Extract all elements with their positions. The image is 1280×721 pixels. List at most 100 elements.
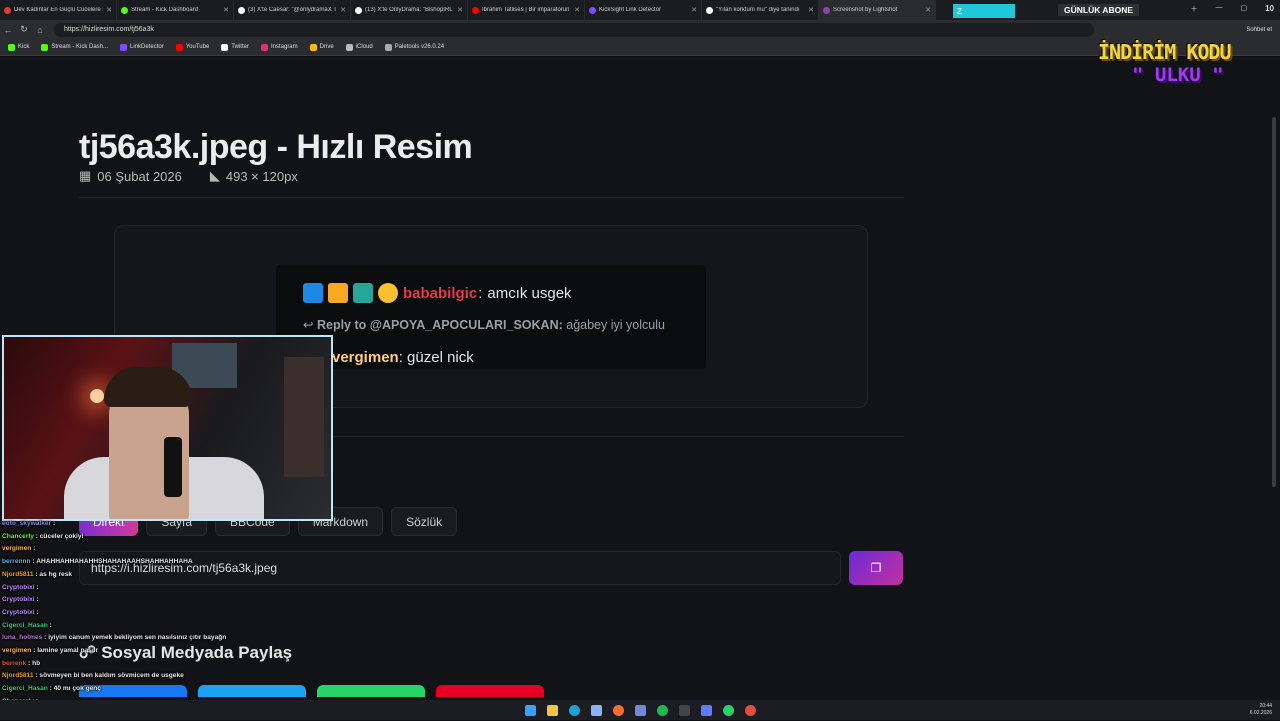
overlay-badge: Z — [953, 4, 1015, 18]
reply-text: ağabey iyi yolculu — [566, 318, 665, 332]
chat-msg: 40 mı çok genç — [53, 685, 101, 693]
minimize-icon[interactable]: — — [1215, 4, 1222, 14]
discord-icon[interactable] — [634, 704, 646, 716]
bookmark-item[interactable]: Paletools v26.0.24 — [384, 43, 444, 51]
pinterest-share-button[interactable] — [436, 685, 544, 697]
app-icon[interactable] — [700, 704, 712, 716]
close-icon[interactable]: ✕ — [223, 6, 229, 14]
url-input[interactable]: https://hizliresim.com/tj56a3k — [54, 22, 1094, 37]
browser-tab[interactable]: "Yılan korktum mu" diye tanındı ✕ — [702, 0, 819, 20]
clock-time: 20:44 — [1259, 703, 1272, 709]
bookmark-favicon-icon — [120, 43, 128, 51]
spotify-icon[interactable] — [656, 704, 668, 716]
close-icon[interactable]: ✕ — [457, 6, 463, 14]
chat-row: berrenk : hb — [2, 659, 41, 667]
chat-row: Cryptobixi : — [2, 596, 39, 604]
bookmark-label: Drive — [319, 44, 334, 50]
address-bar-row: ← ↻ ⌂ https://hizliresim.com/tj56a3k Soh… — [0, 20, 1280, 39]
browser-tab[interactable]: Stream - Kick Dashboard ✕ — [117, 0, 234, 20]
maximize-icon[interactable]: ▢ — [1240, 4, 1247, 14]
game-badge-icon — [353, 283, 373, 303]
tab-title: Dev Kadınlar En Güçlü Cücelere K — [14, 7, 104, 13]
app-icon[interactable] — [744, 704, 756, 716]
window-controls: ＋ — ▢ 10 — [1190, 4, 1274, 14]
close-icon[interactable]: ✕ — [574, 6, 580, 14]
tab-favicon-icon — [823, 6, 830, 14]
system-tray-clock[interactable]: 20:44 6.02.2026 — [1250, 703, 1272, 717]
tab-title: Stream - Kick Dashboard — [131, 7, 199, 13]
bookmark-item[interactable]: iCloud — [345, 43, 373, 51]
bookmark-item[interactable]: YouTube — [175, 43, 210, 51]
file-explorer-icon[interactable] — [546, 704, 558, 716]
bookmark-label: LinkDetector — [130, 44, 164, 50]
chat-user: luna_holmes — [2, 634, 43, 642]
tab-favicon-icon — [589, 6, 596, 14]
browser-tab[interactable]: (13) X'te OnlyDrama: "BishopIRL ✕ — [351, 0, 468, 20]
close-icon[interactable]: ✕ — [106, 6, 112, 14]
close-icon[interactable]: ✕ — [808, 6, 814, 14]
uploaded-image[interactable]: bababilgic: amcık usgek ↩ Reply to @APOY… — [276, 265, 706, 369]
chat-row: luna_holmes : iyiyim canum yemek bekliyo… — [2, 634, 227, 642]
chat-user: berrenk — [2, 659, 27, 667]
reply-line: ↩ Reply to @APOYA_APOCULARI_SOKAN: ağabe… — [303, 317, 703, 332]
tab-title: İbrahim Tatlises | Bir imparatorun — [482, 7, 570, 13]
page-title: tj56a3k.jpeg - Hızlı Resim — [79, 128, 473, 166]
chat-user: Cryptobixi — [2, 596, 35, 604]
bookmark-favicon-icon — [260, 43, 268, 51]
refresh-icon[interactable]: ↻ — [16, 24, 32, 35]
webcam-overlay — [2, 335, 333, 521]
bookmark-label: Kick — [18, 44, 30, 50]
bookmark-favicon-icon — [345, 43, 353, 51]
bookmark-favicon-icon — [175, 43, 183, 51]
bookmark-item[interactable]: Instagram — [260, 43, 298, 51]
chat-row: Cryptobixi : — [2, 583, 39, 591]
close-icon[interactable]: ✕ — [925, 6, 931, 14]
scrollbar[interactable] — [1272, 117, 1276, 487]
whatsapp-icon[interactable] — [722, 704, 734, 716]
chat-msg: lamine yamal nasılr — [37, 647, 99, 655]
windows-start-icon[interactable] — [524, 704, 536, 716]
chat-user: vergimen — [2, 647, 32, 655]
edge-icon[interactable] — [568, 704, 580, 716]
bookmark-label: iCloud — [355, 44, 373, 50]
reply-icon: ↩ — [303, 318, 314, 332]
chat-row: Cigerci_Hasan : — [2, 621, 52, 629]
bookmark-item[interactable]: Stream - Kick Dash... — [41, 43, 108, 51]
chat-message: amcık usgek — [487, 284, 572, 302]
whatsapp-share-button[interactable] — [317, 685, 425, 697]
browser-tab-active[interactable]: Screenshot by Lightshot ✕ — [819, 0, 936, 20]
copy-button[interactable]: ❐ — [849, 551, 903, 585]
chat-msg: hb — [32, 659, 41, 667]
app-icon[interactable] — [590, 704, 602, 716]
chat-button[interactable]: Sohbet et — [1246, 27, 1272, 33]
chat-row: vergimen : — [2, 545, 36, 553]
close-icon[interactable]: ✕ — [691, 6, 697, 14]
bookmark-label: Instagram — [270, 44, 298, 50]
stream-chat-overlay: eoto_skywalker : Chancerly : cüceler çok… — [2, 518, 332, 718]
chat-username: bababilgic — [403, 284, 478, 302]
chat-row: eoto_skywalker : — [2, 520, 56, 527]
bookmark-item[interactable]: Twitter — [221, 43, 249, 51]
back-icon[interactable]: ← — [0, 25, 16, 35]
browser-tab[interactable]: Dev Kadınlar En Güçlü Cücelere K ✕ — [0, 0, 117, 20]
terminal-icon[interactable] — [678, 704, 690, 716]
bookmark-favicon-icon — [384, 43, 392, 51]
tab-title: KickSight Link Detector — [599, 7, 662, 13]
browser-tab[interactable]: (3) X'te Caesar: "@onlydramaX Tı ✕ — [234, 0, 351, 20]
browser-tab[interactable]: KickSight Link Detector ✕ — [585, 0, 702, 20]
chat-msg: sövmeyen bi ben kaldım sövmicem de usgek… — [39, 672, 184, 680]
close-icon[interactable]: ✕ — [340, 6, 346, 14]
bookmark-item[interactable]: LinkDetector — [120, 43, 164, 51]
new-tab-icon[interactable]: ＋ — [1190, 4, 1197, 14]
bookmark-item[interactable]: Drive — [309, 43, 334, 51]
tab-dictionary[interactable]: Sözlük — [391, 507, 458, 536]
home-icon[interactable]: ⌂ — [32, 25, 48, 35]
browser-tab[interactable]: İbrahim Tatlises | Bir imparatorun ✕ — [468, 0, 585, 20]
chat-row: Cigerci_Hasan : 40 mı çok genç — [2, 685, 101, 693]
browser-icon[interactable] — [612, 704, 624, 716]
copy-icon: ❐ — [870, 561, 882, 575]
promo-code-title: İNDİRİM KODU — [1098, 40, 1231, 64]
bookmark-item[interactable]: Kick — [8, 43, 30, 51]
bookmark-label: YouTube — [185, 44, 210, 50]
chat-username: vergimen — [332, 349, 399, 366]
